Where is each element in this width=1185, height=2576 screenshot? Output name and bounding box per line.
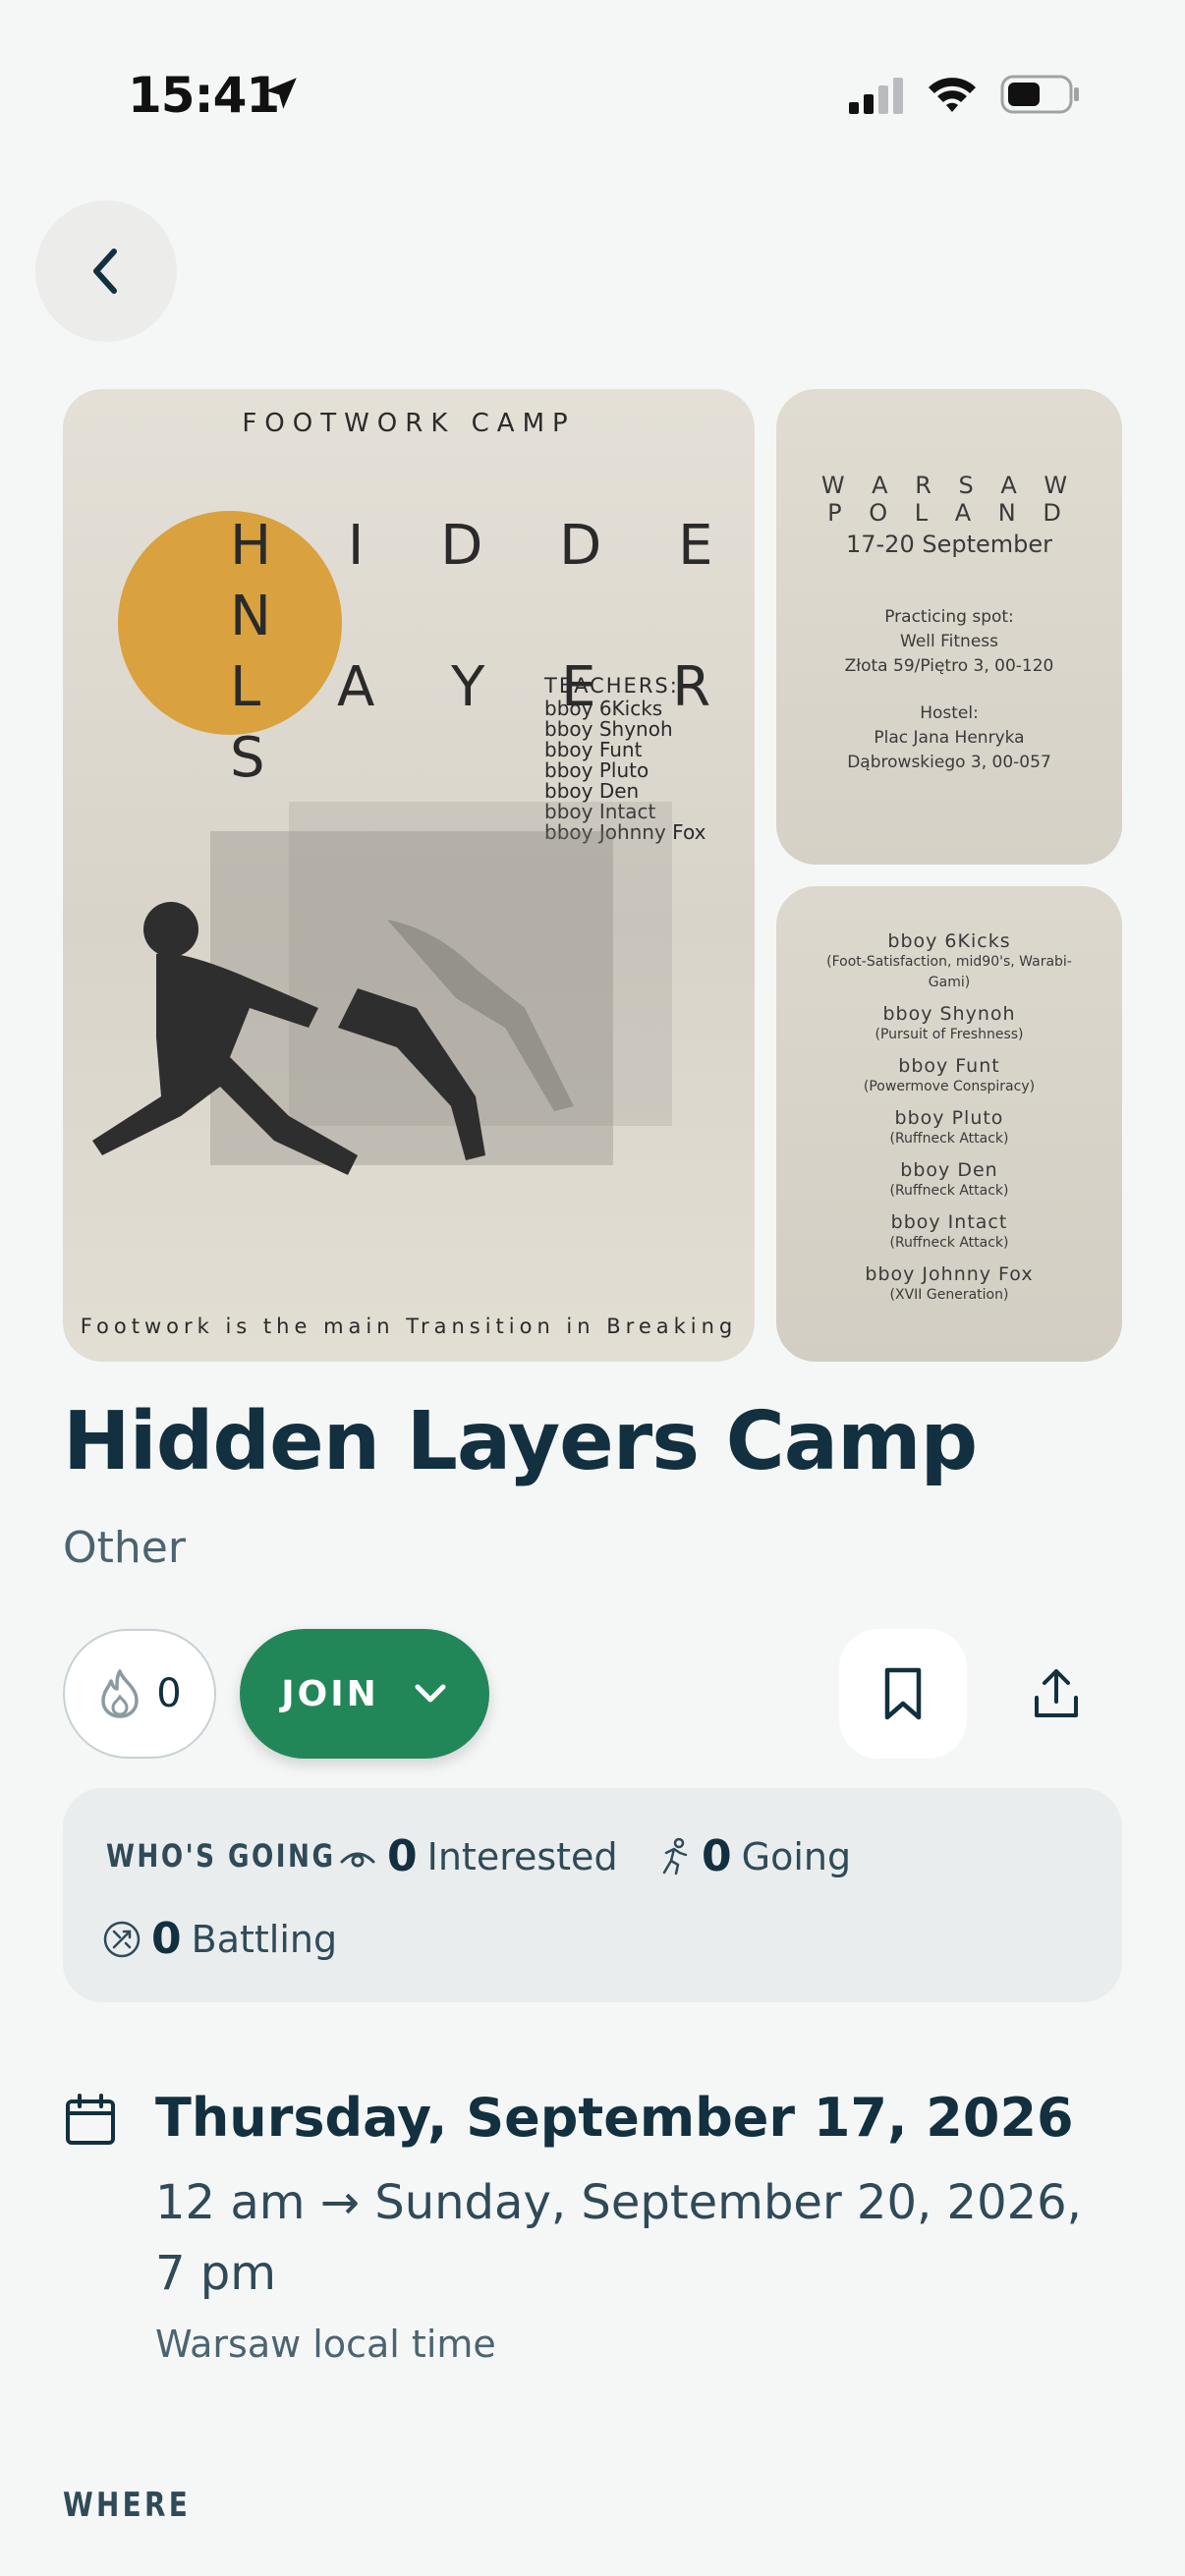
crew-name: bboy Pluto (894, 1107, 1004, 1129)
poster-crew-list: bboy 6Kicks (Foot-Satisfaction, mid90's,… (776, 931, 1122, 1316)
event-poster-crews[interactable]: bboy 6Kicks (Foot-Satisfaction, mid90's,… (776, 886, 1122, 1362)
going-stat[interactable]: 0 Going (656, 1831, 851, 1881)
event-poster-info[interactable]: W A R S A W P O L A N D 17-20 September … (776, 389, 1122, 865)
poster-spot: Practicing spot: Well Fitness Złota 59/P… (776, 605, 1122, 679)
chevron-left-icon (93, 249, 117, 294)
poster-country: P O L A N D (827, 499, 1071, 527)
poster-teacher: bboy Den (544, 779, 640, 803)
poster-city: W A R S A W (820, 472, 1078, 499)
fire-count: 0 (156, 1671, 182, 1716)
where-section-label: WHERE (63, 2486, 192, 2525)
wifi-icon (926, 73, 979, 120)
status-time: 15:41 (128, 67, 280, 124)
event-start-date: Thursday, September 17, 2026 (155, 2087, 1074, 2149)
chevron-down-icon (415, 1684, 446, 1703)
event-category: Other (63, 1523, 186, 1573)
battling-label: Battling (191, 1917, 338, 1961)
poster-header: FOOTWORK CAMP (242, 409, 576, 438)
join-label: JOIN (281, 1673, 379, 1714)
going-label: Going (741, 1834, 852, 1878)
bookmark-icon (884, 1667, 922, 1720)
crew-affiliation: (Ruffneck Attack) (889, 1235, 1009, 1251)
battling-count: 0 (151, 1914, 182, 1964)
poster-teachers-heading: TEACHERS: (544, 674, 679, 698)
running-person-icon (662, 1837, 688, 1875)
interested-stat[interactable]: 0 Interested (338, 1831, 618, 1881)
event-timezone: Warsaw local time (155, 2323, 496, 2366)
battling-stat[interactable]: 0 Battling (102, 1914, 337, 1964)
status-bar: 15:41 (0, 0, 1185, 187)
poster-location: W A R S A W P O L A N D (776, 472, 1122, 527)
poster-spot-heading: Practicing spot: (884, 607, 1014, 627)
interested-count: 0 (387, 1831, 418, 1881)
interested-label: Interested (426, 1834, 618, 1878)
back-button[interactable] (35, 200, 177, 342)
poster-dates: 17-20 September (845, 531, 1053, 558)
poster-dancer-figure (92, 902, 574, 1175)
calendar-icon (63, 2093, 118, 2152)
location-arrow-icon (260, 73, 302, 118)
whos-going-card[interactable]: WHO'S GOING 0 Interested 0 Going 0 Battl… (63, 1788, 1122, 2002)
cellular-signal-icon (847, 77, 906, 120)
crew-affiliation: (Ruffneck Attack) (889, 1131, 1009, 1147)
poster-hostel-line1: Plac Jana Henryka (874, 728, 1025, 748)
poster-spot-address: Złota 59/Piętro 3, 00-120 (844, 656, 1054, 676)
fire-reaction-button[interactable]: 0 (63, 1629, 216, 1759)
flame-icon (101, 1669, 140, 1718)
crew-affiliation: (Powermove Conspiracy) (863, 1079, 1036, 1094)
crew-affiliation: (Foot-Satisfaction, mid90's, Warabi-Gami… (826, 954, 1072, 990)
whos-going-label: WHO'S GOING (106, 1837, 336, 1875)
share-icon (1035, 1669, 1078, 1717)
poster-teacher: bboy Funt (544, 738, 643, 761)
event-title: Hidden Layers Camp (63, 1395, 978, 1488)
poster-teacher: bboy Shynoh (544, 717, 673, 741)
crew-affiliation: (XVII Generation) (889, 1287, 1009, 1303)
crew-name: bboy 6Kicks (887, 930, 1011, 952)
going-count: 0 (702, 1831, 732, 1881)
battery-icon (1000, 75, 1081, 118)
eye-icon (340, 1852, 375, 1867)
share-button[interactable] (992, 1629, 1120, 1759)
poster-title-line1: H I D D E N (230, 514, 743, 648)
poster-hostel-heading: Hostel: (920, 703, 979, 723)
event-poster-main[interactable]: FOOTWORK CAMP H I D D E N L A Y E R S TE… (63, 389, 755, 1362)
crew-name: bboy Intact (890, 1211, 1008, 1233)
crew-name: bboy Funt (898, 1055, 1000, 1077)
crew-name: bboy Den (900, 1159, 998, 1181)
poster-footer: Footwork is the main Transition in Break… (80, 1315, 738, 1338)
join-button[interactable]: JOIN (240, 1629, 489, 1759)
crew-name: bboy Johnny Fox (865, 1263, 1034, 1285)
poster-hostel-line2: Dąbrowskiego 3, 00-057 (847, 753, 1051, 772)
poster-hostel: Hostel: Plac Jana Henryka Dąbrowskiego 3… (776, 701, 1122, 775)
poster-spot-name: Well Fitness (900, 632, 998, 651)
crew-affiliation: (Pursuit of Freshness) (875, 1027, 1024, 1042)
battle-icon (103, 1921, 141, 1957)
bookmark-button[interactable] (839, 1629, 967, 1759)
poster-teacher: bboy Pluto (544, 758, 649, 782)
poster-teacher: bboy 6Kicks (544, 697, 663, 720)
crew-name: bboy Shynoh (882, 1003, 1016, 1025)
crew-affiliation: (Ruffneck Attack) (889, 1183, 1009, 1199)
event-date-range: 12 am → Sunday, September 20, 2026, 7 pm (155, 2175, 1082, 2301)
